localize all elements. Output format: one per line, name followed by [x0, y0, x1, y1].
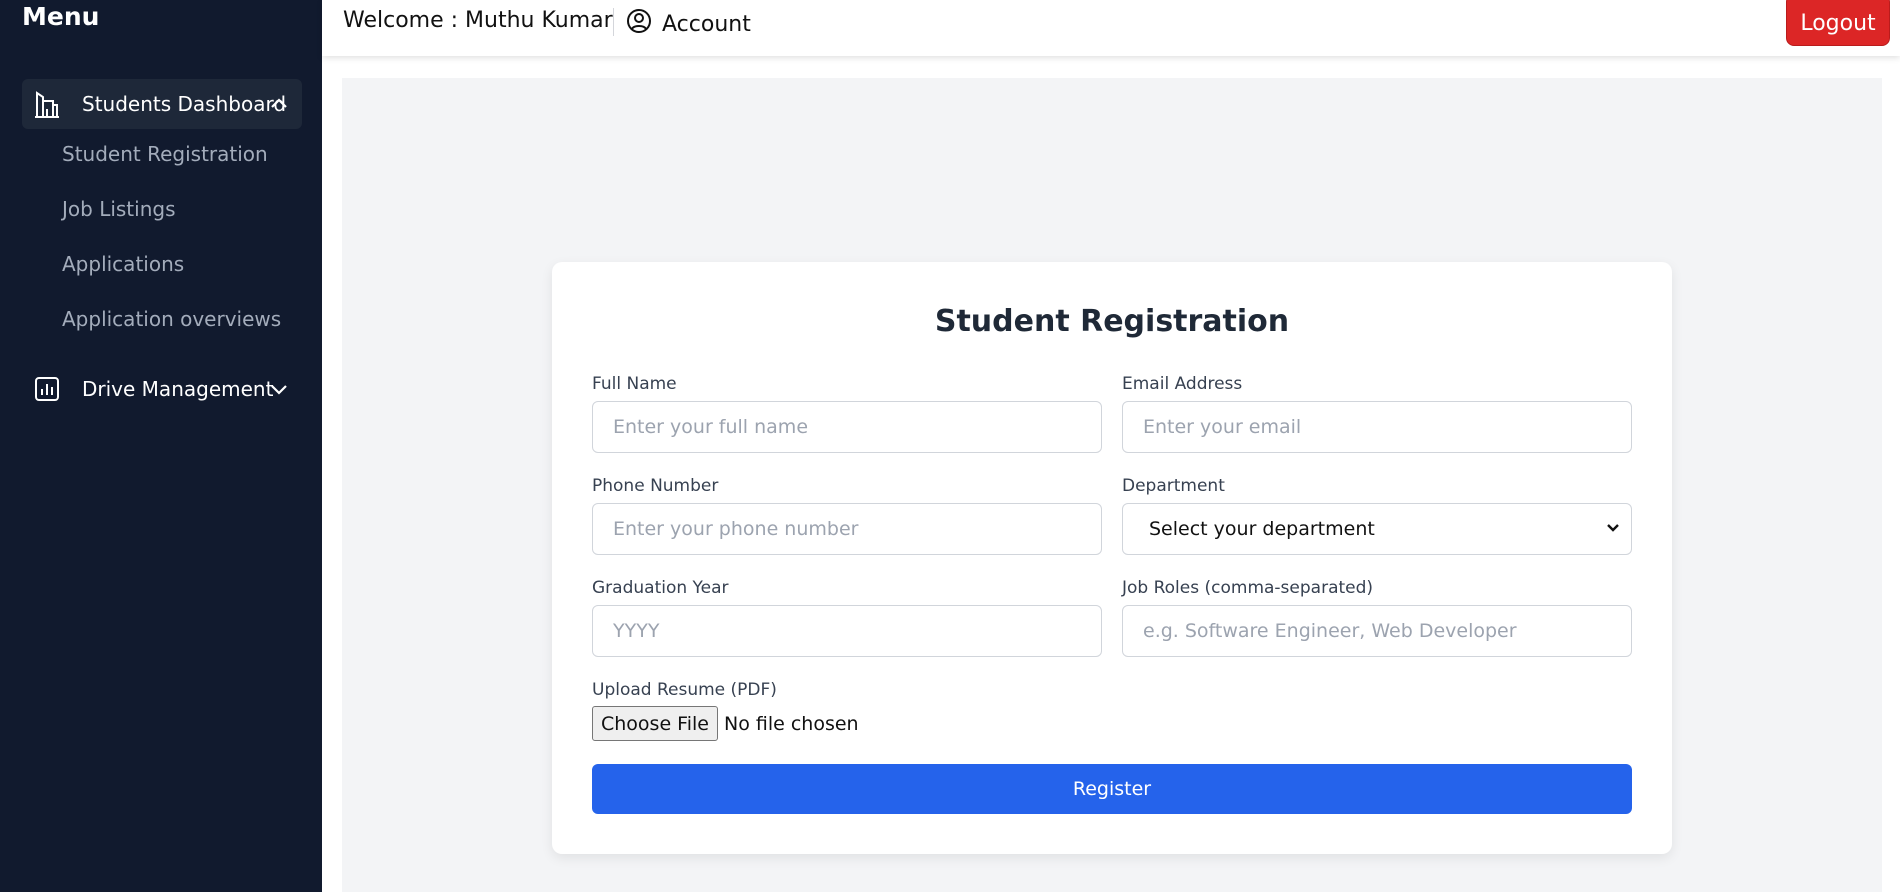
register-button[interactable]: Register: [592, 764, 1632, 814]
building-chart-icon: [32, 89, 62, 119]
registration-card: Student Registration Full Name Email Add…: [552, 262, 1672, 854]
resume-label: Upload Resume (PDF): [592, 680, 777, 700]
chevron-down-icon: [1605, 520, 1621, 536]
header-divider: [613, 8, 614, 36]
phone-label: Phone Number: [592, 476, 719, 496]
nav-drive-management[interactable]: Drive Management: [22, 364, 302, 414]
top-header: Welcome : Muthu Kumar Account Logout: [322, 0, 1900, 56]
chevron-down-icon: [268, 378, 290, 400]
choose-file-button[interactable]: Choose File: [592, 706, 718, 741]
nav-students-dashboard-label: Students Dashboard: [82, 92, 287, 116]
main-content: Student Registration Full Name Email Add…: [342, 78, 1882, 892]
menu-title: Menu: [22, 2, 100, 31]
bar-chart-icon: [32, 374, 62, 404]
graduation-year-input[interactable]: [592, 605, 1102, 657]
resume-file-input: Choose File No file chosen: [592, 706, 859, 741]
sidebar-item-job-listings[interactable]: Job Listings: [62, 197, 176, 221]
account-menu[interactable]: Account: [626, 8, 751, 40]
logout-button[interactable]: Logout: [1786, 0, 1890, 46]
file-status-text: No file chosen: [723, 712, 859, 735]
full-name-input[interactable]: [592, 401, 1102, 453]
nav-students-dashboard[interactable]: Students Dashboard: [22, 79, 302, 129]
nav-drive-management-label: Drive Management: [82, 377, 274, 401]
chevron-up-icon: [268, 93, 290, 115]
phone-input[interactable]: [592, 503, 1102, 555]
graduation-year-label: Graduation Year: [592, 578, 729, 598]
user-circle-icon: [626, 8, 652, 40]
sidebar-item-applications[interactable]: Applications: [62, 252, 184, 276]
department-label: Department: [1122, 476, 1225, 496]
department-select-value: Select your department: [1149, 518, 1375, 540]
job-roles-input[interactable]: [1122, 605, 1632, 657]
welcome-text: Welcome : Muthu Kumar: [343, 8, 613, 33]
sidebar-item-application-overviews[interactable]: Application overviews: [62, 307, 281, 331]
form-title: Student Registration: [934, 304, 1290, 339]
sidebar-item-student-registration[interactable]: Student Registration: [62, 142, 268, 166]
email-input[interactable]: [1122, 401, 1632, 453]
account-label: Account: [662, 11, 751, 37]
email-label: Email Address: [1122, 374, 1243, 394]
department-select[interactable]: Select your department: [1122, 503, 1632, 555]
sidebar: Menu Students Dashboard Student Registra…: [0, 0, 322, 892]
job-roles-label: Job Roles (comma-separated): [1122, 578, 1374, 598]
full-name-label: Full Name: [592, 374, 677, 394]
